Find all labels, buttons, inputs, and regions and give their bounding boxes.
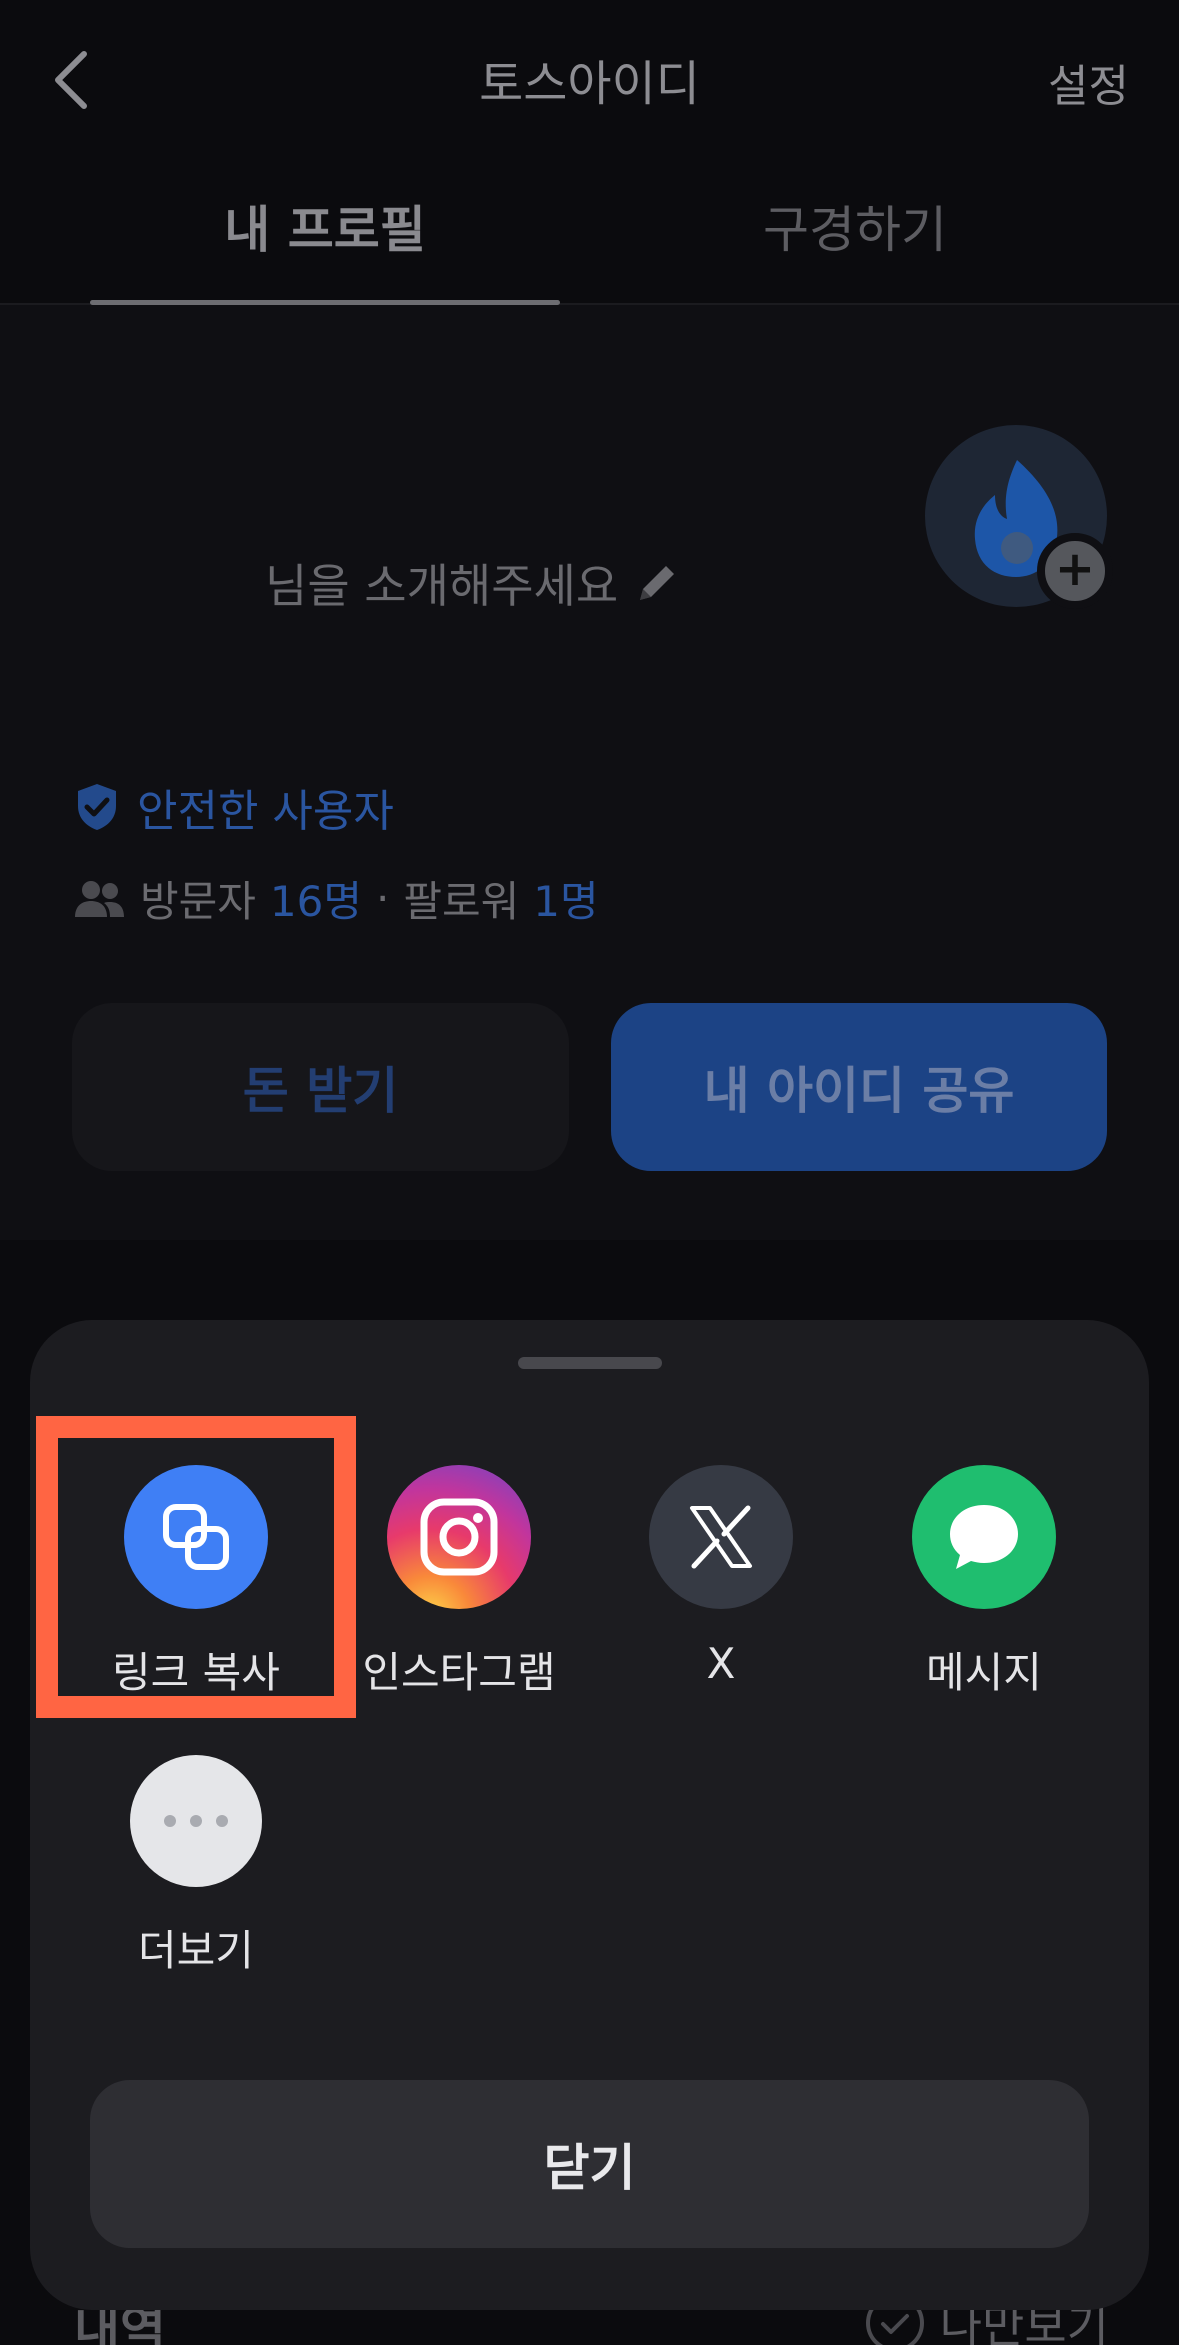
shield-check-icon xyxy=(78,784,116,830)
tab-my-profile[interactable]: 내 프로필 xyxy=(90,190,560,262)
message-bubble-icon xyxy=(950,1505,1018,1569)
share-instagram-label: 인스타그램 xyxy=(362,1648,556,1697)
share-x[interactable]: X xyxy=(601,1465,841,1688)
share-message-label: 메시지 xyxy=(926,1648,1042,1697)
x-logo-icon xyxy=(690,1505,752,1569)
visitor-stats: 방문자 16명 · 팔로워 1명 xyxy=(72,868,599,929)
tab-browse[interactable]: 구경하기 xyxy=(620,190,1090,262)
message-circle xyxy=(912,1465,1056,1609)
people-icon xyxy=(75,880,124,917)
share-x-label: X xyxy=(706,1639,736,1688)
share-message[interactable]: 메시지 xyxy=(864,1465,1104,1700)
share-id-button[interactable]: 내 아이디 공유 xyxy=(611,1003,1107,1171)
highlight-box xyxy=(36,1416,356,1718)
share-more[interactable]: 더보기 xyxy=(76,1755,316,1978)
more-circle xyxy=(130,1755,262,1887)
receive-money-button[interactable]: 돈 받기 xyxy=(72,1003,569,1171)
x-circle xyxy=(649,1465,793,1609)
instagram-icon xyxy=(420,1498,498,1576)
intro-placeholder: 님을 소개해주세요 xyxy=(265,559,619,613)
safe-user-badge[interactable]: 안전한 사용자 xyxy=(75,775,394,839)
followers-count[interactable]: 1명 xyxy=(533,868,598,929)
pencil-icon xyxy=(640,566,675,600)
profile-section: 님을 소개해주세요 + 안전한 사용자 방문자 16명 · 팔로워 1명 돈 받… xyxy=(0,305,1179,1240)
tab-bar: 내 프로필 구경하기 xyxy=(0,180,1179,305)
safe-user-label: 안전한 사용자 xyxy=(137,786,394,837)
top-navigation: 토스아이디 설정 xyxy=(0,0,1179,160)
stat-separator: · xyxy=(376,874,390,923)
instagram-circle xyxy=(387,1465,531,1609)
share-more-label: 더보기 xyxy=(138,1926,254,1975)
plus-icon: + xyxy=(1054,541,1096,597)
page-title: 토스아이디 xyxy=(479,56,700,112)
visitors-label: 방문자 xyxy=(140,877,256,926)
more-dots-icon xyxy=(164,1815,228,1827)
add-photo-button[interactable]: + xyxy=(1037,533,1113,609)
close-button[interactable]: 닫기 xyxy=(90,2080,1089,2248)
intro-edit[interactable]: 님을 소개해주세요 xyxy=(265,550,682,616)
followers-label: 팔로워 xyxy=(403,877,520,926)
visitors-count: 16명 xyxy=(269,877,363,926)
sheet-drag-handle[interactable] xyxy=(518,1357,662,1369)
settings-button[interactable]: 설정 xyxy=(1048,50,1129,114)
share-instagram[interactable]: 인스타그램 xyxy=(339,1465,579,1700)
